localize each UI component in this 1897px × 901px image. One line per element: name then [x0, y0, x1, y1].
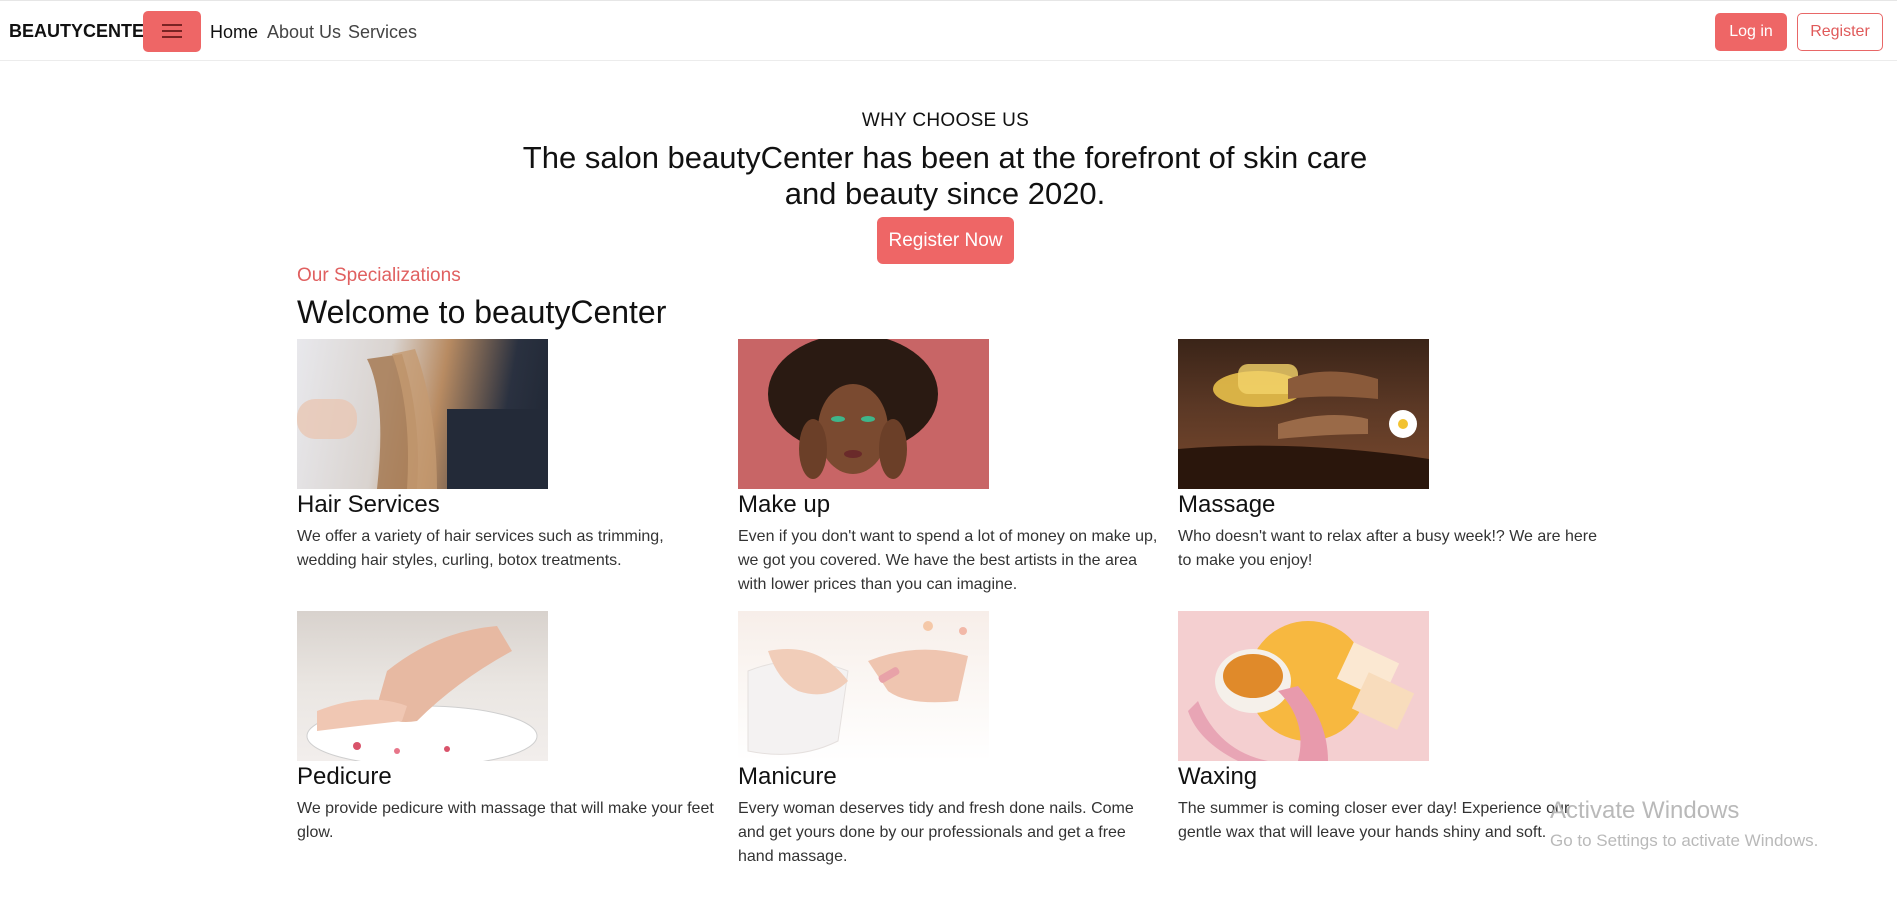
service-card-makeup: Make up Even if you don't want to spend …: [738, 339, 1158, 597]
service-description: We offer a variety of hair services such…: [297, 528, 664, 569]
massage-image: [1178, 339, 1429, 489]
service-description: We provide pedicure with massage that wi…: [297, 800, 714, 841]
pedicure-image: [297, 611, 548, 761]
service-card-hair: Hair Services We offer a variety of hair…: [297, 339, 717, 573]
top-navbar: BEAUTYCENTER Home About Us Services Log …: [0, 0, 1897, 61]
hero-title: The salon beautyCenter has been at the f…: [522, 140, 1368, 211]
activate-windows-title: Activate Windows: [1550, 797, 1740, 824]
make-up-image: [738, 339, 989, 489]
service-card-manicure: Manicure Every woman deserves tidy and f…: [738, 611, 1158, 869]
service-card-pedicure: Pedicure We provide pedicure with massag…: [297, 611, 717, 845]
hamburger-menu-button[interactable]: [143, 11, 201, 52]
service-card-waxing: Waxing The summer is coming closer ever …: [1178, 611, 1598, 845]
section-title: Welcome to beautyCenter: [297, 294, 667, 330]
section-label: Our Specializations: [297, 265, 461, 286]
login-button[interactable]: Log in: [1715, 13, 1787, 51]
brand-logo[interactable]: BEAUTYCENTER: [9, 21, 157, 42]
service-title: Make up: [738, 491, 831, 518]
nav-link-services[interactable]: Services: [348, 22, 417, 43]
service-card-massage: Massage Who doesn't want to relax after …: [1178, 339, 1598, 573]
service-description: The summer is coming closer ever day! Ex…: [1178, 800, 1570, 841]
nav-link-home[interactable]: Home: [210, 22, 258, 43]
service-description: Who doesn't want to relax after a busy w…: [1178, 528, 1597, 569]
register-button[interactable]: Register: [1797, 13, 1883, 51]
service-title: Manicure: [738, 763, 837, 790]
service-description: Even if you don't want to spend a lot of…: [738, 528, 1158, 593]
service-title: Massage: [1178, 491, 1276, 518]
waxing-image: [1178, 611, 1429, 761]
activate-windows-subtitle: Go to Settings to activate Windows.: [1550, 831, 1819, 850]
nav-link-about-us[interactable]: About Us: [267, 22, 341, 43]
hero-eyebrow: WHY CHOOSE US: [861, 110, 1030, 131]
service-description: Every woman deserves tidy and fresh done…: [738, 800, 1134, 865]
service-title: Waxing: [1178, 763, 1258, 790]
service-title: Pedicure: [297, 763, 392, 790]
register-now-button[interactable]: Register Now: [877, 217, 1014, 264]
hair-services-image: [297, 339, 548, 489]
manicure-image: [738, 611, 989, 761]
service-title: Hair Services: [297, 491, 440, 518]
